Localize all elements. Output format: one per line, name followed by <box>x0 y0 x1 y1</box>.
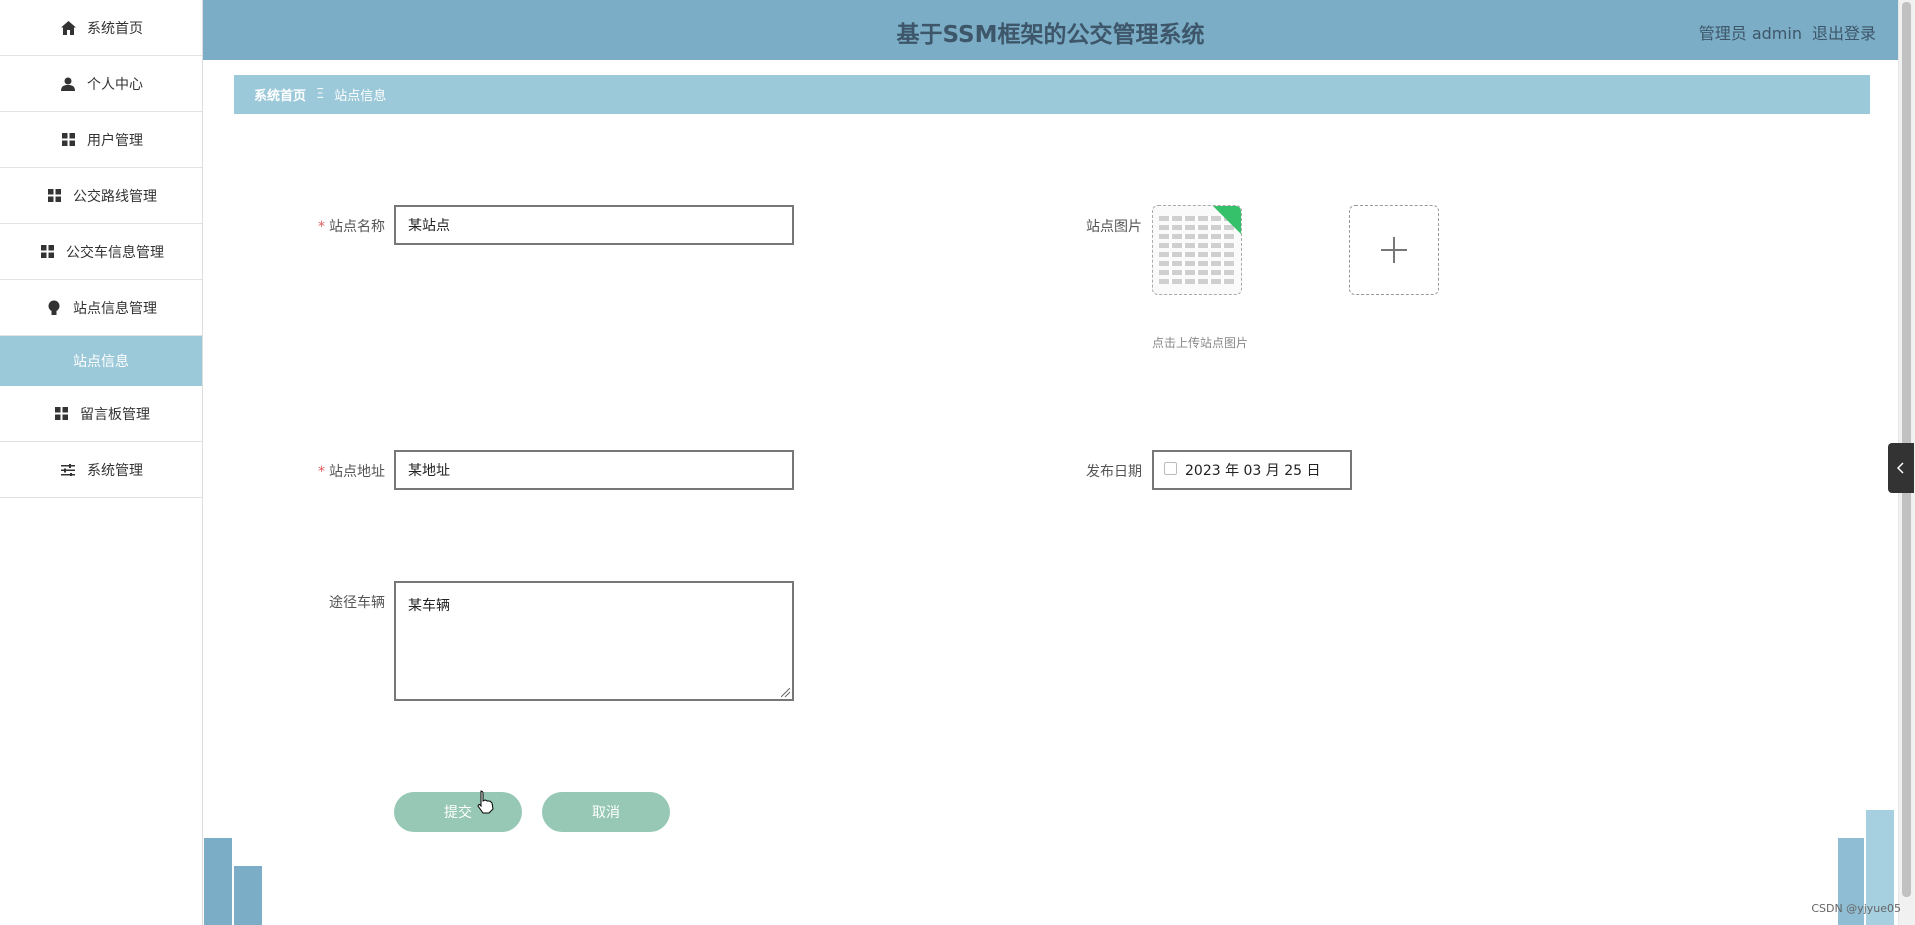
hand-cursor-icon <box>477 790 494 814</box>
home-icon <box>59 19 77 37</box>
station-image-label: 站点图片 <box>1032 216 1142 236</box>
decor-block <box>234 866 262 925</box>
vehicles-value: 某车辆 <box>408 598 450 614</box>
image-upload-button[interactable] <box>1349 205 1439 295</box>
station-name-label: * 站点名称 <box>275 216 385 236</box>
grid-icon <box>45 187 63 205</box>
sidebar-item-home[interactable]: 系统首页 <box>0 0 202 56</box>
top-header: 基于SSM框架的公交管理系统 管理员 admin 退出登录 <box>203 0 1898 60</box>
side-panel-toggle[interactable] <box>1888 443 1914 493</box>
station-name-label-text: 站点名称 <box>329 219 385 235</box>
station-address-label-text: 站点地址 <box>329 464 385 480</box>
sidebar-item-messages[interactable]: 留言板管理 <box>0 386 202 442</box>
logout-link[interactable]: 退出登录 <box>1812 20 1876 44</box>
sidebar-item-label: 公交路线管理 <box>73 188 157 205</box>
sidebar-item-label: 站点信息管理 <box>73 300 157 317</box>
thumbnail-content <box>1159 252 1235 257</box>
sidebar-item-label: 个人中心 <box>87 76 143 93</box>
user-icon <box>59 75 77 93</box>
thumbnail-content <box>1159 243 1235 248</box>
bulb-icon <box>45 299 63 317</box>
user-role: 管理员 admin <box>1698 24 1802 43</box>
breadcrumb: 系统首页 Ξ 站点信息 <box>234 75 1870 114</box>
breadcrumb-home[interactable]: 系统首页 <box>254 85 306 104</box>
resize-handle-icon[interactable] <box>781 688 790 697</box>
sidebar-item-stations[interactable]: 站点信息管理 <box>0 280 202 336</box>
sidebar-item-label: 用户管理 <box>87 132 143 149</box>
station-image-thumbnail[interactable] <box>1152 205 1242 295</box>
vehicles-label-text: 途径车辆 <box>329 595 385 611</box>
upload-hint: 点击上传站点图片 <box>1152 336 1249 350</box>
station-name-value: 某站点 <box>408 218 450 234</box>
plus-icon <box>1381 237 1407 263</box>
sidebar-subitem-station-info[interactable]: 站点信息 <box>0 336 202 386</box>
publish-date-value: 2023 年 03 月 25 日 <box>1185 463 1321 479</box>
breadcrumb-separator: Ξ <box>316 87 325 102</box>
required-mark: * <box>318 219 325 235</box>
breadcrumb-current: 站点信息 <box>334 89 387 104</box>
station-address-input[interactable]: 某地址 <box>394 450 794 490</box>
required-mark: * <box>318 464 325 480</box>
upload-success-badge <box>1213 206 1241 234</box>
station-address-value: 某地址 <box>408 463 450 479</box>
sidebar-item-label: 留言板管理 <box>80 406 150 423</box>
station-address-label: * 站点地址 <box>275 461 385 481</box>
calendar-icon <box>1164 462 1177 475</box>
app-title: 基于SSM框架的公交管理系统 <box>896 22 1205 48</box>
cancel-button[interactable]: 取消 <box>542 792 670 832</box>
chevron-left-icon <box>1897 462 1904 474</box>
sidebar-item-label: 公交车信息管理 <box>66 244 164 261</box>
grid-icon <box>59 131 77 149</box>
vehicles-textarea[interactable]: 某车辆 <box>394 581 794 701</box>
sidebar-item-label: 系统管理 <box>87 462 143 479</box>
sidebar-item-profile[interactable]: 个人中心 <box>0 56 202 112</box>
sliders-icon <box>59 461 77 479</box>
station-image-label-text: 站点图片 <box>1086 219 1142 235</box>
sidebar: 系统首页 个人中心 用户管理 公交路线管理 公交车信息管理 站点信息管理 站点信… <box>0 0 203 925</box>
watermark: CSDN @yjyue05 <box>1811 902 1901 915</box>
user-area: 管理员 admin 退出登录 <box>1699 20 1876 44</box>
sidebar-item-routes[interactable]: 公交路线管理 <box>0 168 202 224</box>
thumbnail-content <box>1159 270 1235 275</box>
vehicles-label: 途径车辆 <box>275 592 385 612</box>
publish-date-label-text: 发布日期 <box>1086 464 1142 480</box>
thumbnail-content <box>1159 261 1235 266</box>
grid-icon <box>38 243 56 261</box>
sidebar-item-system[interactable]: 系统管理 <box>0 442 202 498</box>
publish-date-input[interactable]: 2023 年 03 月 25 日 <box>1152 450 1352 490</box>
submit-button[interactable]: 提交 <box>394 792 522 832</box>
decor-block <box>204 838 232 925</box>
sidebar-item-label: 站点信息 <box>73 354 129 370</box>
sidebar-item-label: 系统首页 <box>87 20 143 37</box>
publish-date-label: 发布日期 <box>1032 461 1142 481</box>
grid-icon <box>52 405 70 423</box>
sidebar-item-buses[interactable]: 公交车信息管理 <box>0 224 202 280</box>
thumbnail-content <box>1159 279 1235 284</box>
station-name-input[interactable]: 某站点 <box>394 205 794 245</box>
thumbnail-content <box>1159 234 1235 239</box>
sidebar-item-users[interactable]: 用户管理 <box>0 112 202 168</box>
